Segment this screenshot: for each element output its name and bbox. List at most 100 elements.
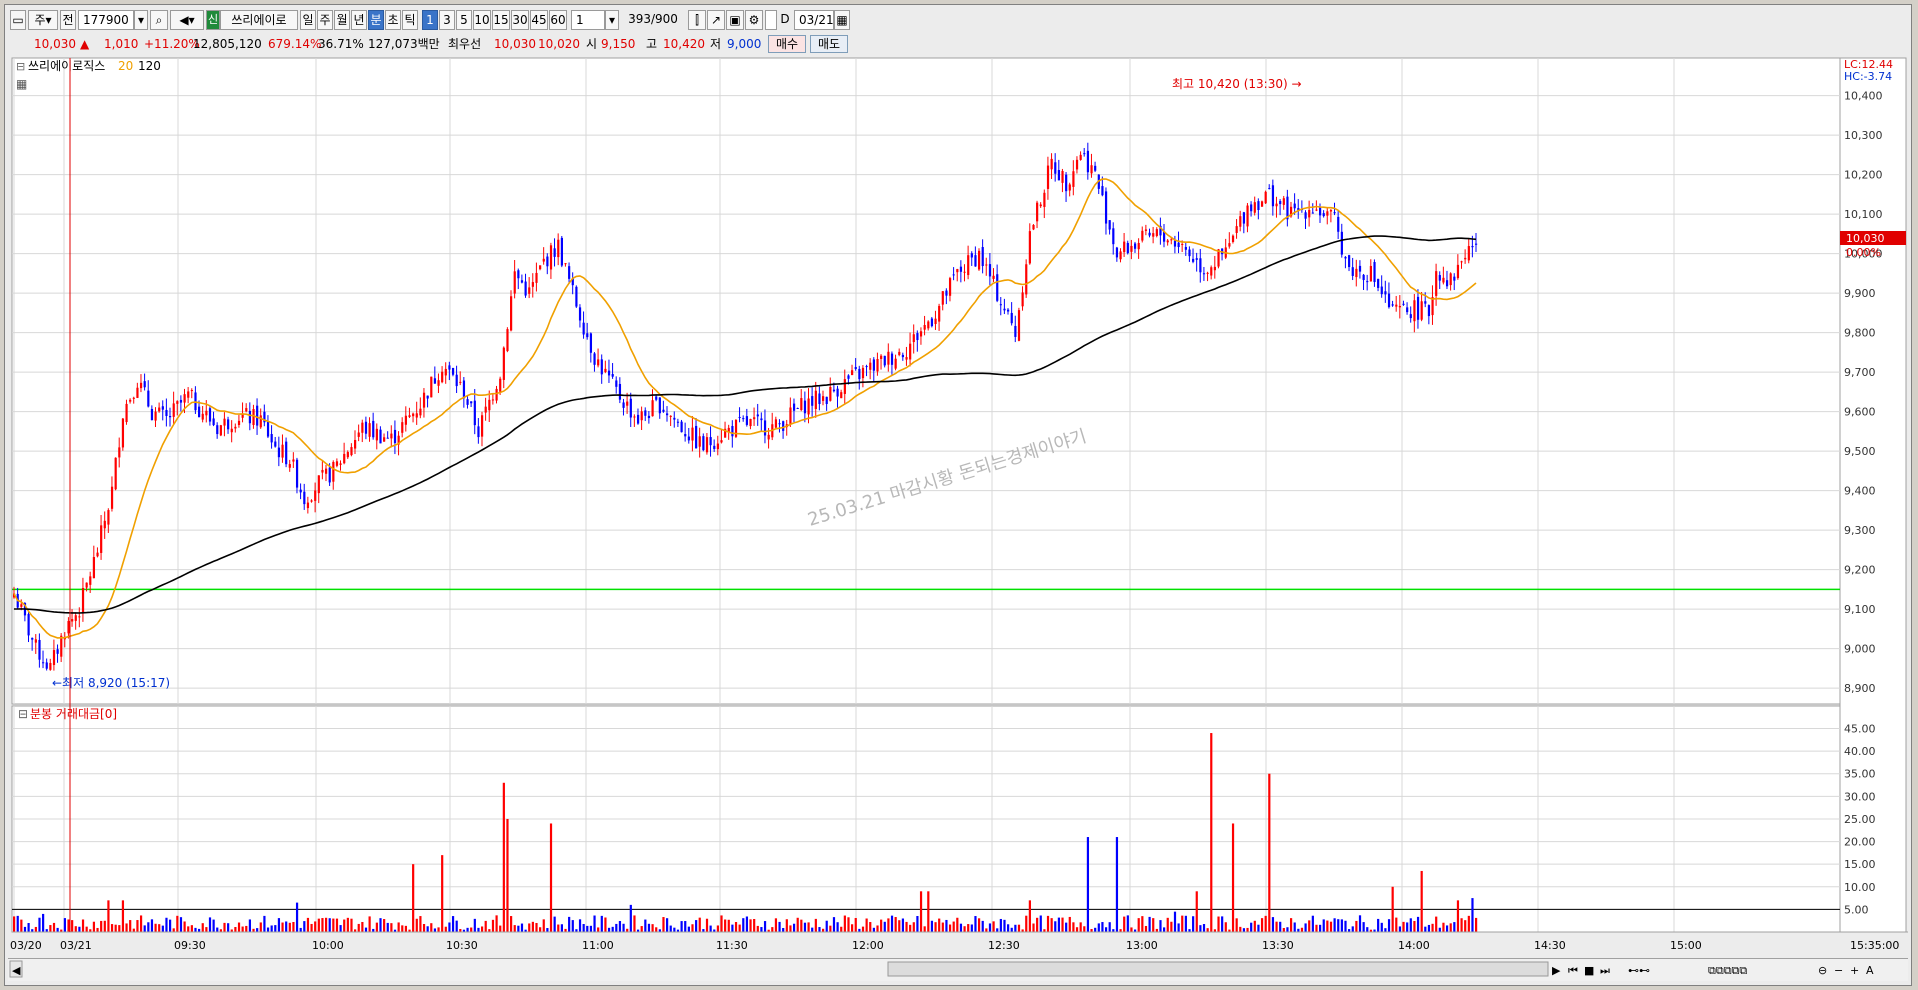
candle-body <box>927 321 930 329</box>
candle-body <box>985 264 988 266</box>
period-type-select[interactable]: 주▾ <box>28 10 58 30</box>
candle-body <box>368 423 371 437</box>
sell-button[interactable]: 매도 <box>810 35 848 53</box>
volume-bar <box>738 924 741 932</box>
period-day-button[interactable]: 일 <box>300 10 316 30</box>
period-minute-button[interactable]: 분 <box>368 10 384 30</box>
interval-1-button[interactable]: 1 <box>422 10 438 30</box>
volume-bar <box>1464 920 1467 932</box>
buy-button[interactable]: 매수 <box>768 35 806 53</box>
zoom-slider-icon[interactable]: ⊷⊷ <box>1628 964 1650 977</box>
line-tool-icon[interactable]: ↗ <box>707 10 725 30</box>
volume-bar <box>807 922 810 932</box>
volume-bar <box>963 926 966 932</box>
gear-icon[interactable]: ⚙ <box>745 10 763 30</box>
stop-icon[interactable]: ■ <box>1584 964 1594 977</box>
count-input[interactable]: 1 <box>571 10 605 30</box>
minus-icon[interactable]: − <box>1834 964 1843 977</box>
candle-body <box>488 399 491 411</box>
window-menu-icon[interactable]: ▭ <box>10 10 26 30</box>
view-tools-icon[interactable]: ⧉⧉⧉⧉⧉ <box>1708 964 1747 977</box>
volume-toggle-icon[interactable]: ⊟ <box>18 707 28 721</box>
candle-tool-icon[interactable]: ⫿ <box>688 10 706 30</box>
candle-body <box>1340 231 1343 255</box>
period-tick-button[interactable]: 틱 <box>402 10 418 30</box>
period-week-button[interactable]: 주 <box>317 10 333 30</box>
volume-bar <box>792 923 796 932</box>
volume-bar <box>441 855 444 932</box>
code-dropdown-icon[interactable]: ▾ <box>134 10 148 30</box>
interval-5-button[interactable]: 5 <box>456 10 472 30</box>
volume-bar <box>1304 923 1307 932</box>
candle-body <box>1166 240 1169 243</box>
period-year-button[interactable]: 년 <box>351 10 367 30</box>
interval-30-button[interactable]: 30 <box>511 10 529 30</box>
volume-bar <box>684 921 687 932</box>
volume-bar <box>1453 922 1456 932</box>
interval-45-button[interactable]: 45 <box>530 10 548 30</box>
candle-body <box>934 318 937 325</box>
grid-toggle-icon[interactable]: ▦ <box>16 77 27 91</box>
interval-3-button[interactable]: 3 <box>439 10 455 30</box>
scroll-left-icon[interactable]: ◀ <box>12 964 21 977</box>
plus-icon[interactable]: + <box>1850 964 1859 977</box>
volume-bar <box>143 925 146 932</box>
volume-bar <box>223 922 226 932</box>
save-icon[interactable]: ▣ <box>726 10 744 30</box>
volume-bar <box>121 900 125 932</box>
prev-button[interactable]: 전 <box>60 10 76 30</box>
volume-bar <box>1097 923 1100 932</box>
calendar-icon[interactable]: ▦ <box>834 10 850 30</box>
date-checkbox[interactable] <box>765 10 777 30</box>
forward-icon[interactable]: ⏭ <box>1600 964 1610 977</box>
candle-body <box>640 411 643 421</box>
candle-body <box>357 432 360 437</box>
legend-ma-long: 120 <box>138 59 161 73</box>
volume-bar <box>139 915 143 932</box>
candle-body <box>198 406 201 418</box>
auto-scale-icon[interactable]: A <box>1866 964 1874 977</box>
candle-body <box>1152 233 1155 237</box>
zoom-out-icon[interactable]: ⊖ <box>1818 964 1827 977</box>
volume-bar <box>1231 823 1235 932</box>
candle-body <box>1369 265 1372 282</box>
candle-body <box>593 353 596 365</box>
candle-body <box>782 421 785 431</box>
volume-bar <box>811 927 814 932</box>
count-dropdown-icon[interactable]: ▾ <box>605 10 619 30</box>
search-icon[interactable]: ⌕ <box>150 10 168 30</box>
quote-bar: 10,030 ▲ 1,010 +11.20% 12,805,120 679.14… <box>8 34 1908 54</box>
scroll-thumb[interactable] <box>887 961 1549 977</box>
stock-name-field[interactable]: 쓰리에이로 <box>220 10 298 30</box>
candle-body <box>20 604 23 607</box>
interval-60-button[interactable]: 60 <box>549 10 567 30</box>
interval-10-button[interactable]: 10 <box>473 10 491 30</box>
volume-bar <box>288 922 291 932</box>
sound-icon[interactable]: ◀▾ <box>170 10 204 30</box>
candle-body <box>1275 203 1278 207</box>
candle-body <box>1192 258 1195 262</box>
candle-body <box>615 380 618 387</box>
rewind-icon[interactable]: ⏮ <box>1568 964 1578 977</box>
period-second-button[interactable]: 초 <box>385 10 401 30</box>
candle-body <box>270 433 273 443</box>
volume-bar <box>1224 922 1227 932</box>
last-pct-label: 0.00% <box>1846 246 1881 259</box>
stock-chart[interactable]: 10,40010,30010,20010,10010,0009,9009,800… <box>10 56 1908 958</box>
volume-bar <box>1435 916 1438 932</box>
candle-body <box>1362 274 1365 281</box>
volume-bar <box>655 927 658 932</box>
scroll-bar[interactable]: ◀ ▶ ⏮ ■ ⏭ ⊷⊷ ⧉⧉⧉⧉⧉ ⊖ − + A <box>8 958 1908 981</box>
candle-body <box>1057 170 1061 181</box>
candle-body <box>179 399 183 403</box>
date-input[interactable]: 03/21 <box>794 10 834 30</box>
candle-body <box>832 389 836 392</box>
interval-15-button[interactable]: 15 <box>492 10 510 30</box>
candle-body <box>564 263 567 265</box>
period-month-button[interactable]: 월 <box>334 10 350 30</box>
toolbar: ▭ 주▾ 전 177900 ▾ ⌕ ◀▾ 신 쓰리에이로 일 주 월 년 분 초… <box>8 8 1908 32</box>
candle-body <box>1083 153 1086 155</box>
scroll-right-icon[interactable]: ▶ <box>1552 964 1561 977</box>
panel-toggle-icon[interactable]: ⊟ <box>16 60 25 73</box>
stock-code-input[interactable]: 177900 <box>78 10 134 30</box>
